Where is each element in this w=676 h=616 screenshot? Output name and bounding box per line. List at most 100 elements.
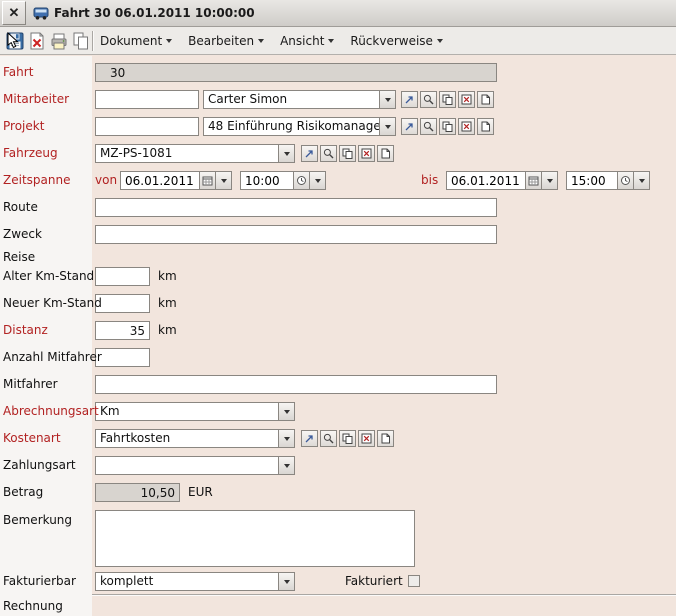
route-input[interactable] xyxy=(95,198,497,217)
menu-rueckverweise[interactable]: Rückverweise xyxy=(350,34,443,48)
projekt-record-actions xyxy=(401,118,494,135)
menu-ansicht[interactable]: Ansicht xyxy=(280,34,334,48)
betrag-field xyxy=(95,483,180,502)
bemerkung-textarea[interactable] xyxy=(95,510,415,567)
copy-button[interactable] xyxy=(70,30,92,52)
mitarbeiter-record-actions xyxy=(401,91,494,108)
open-record-button[interactable] xyxy=(301,145,318,162)
menu-bearbeiten-label: Bearbeiten xyxy=(188,34,254,48)
menu-dokument[interactable]: Dokument xyxy=(100,34,172,48)
von-date-input[interactable] xyxy=(120,171,200,190)
new-document-icon xyxy=(480,121,491,132)
betrag-label: Betrag xyxy=(3,485,43,499)
chevron-down-icon xyxy=(284,464,290,468)
kostenart-record-actions xyxy=(301,430,394,447)
bis-time-picker-button[interactable] xyxy=(618,171,634,190)
magnifier-icon xyxy=(323,148,334,159)
abrechnungsart-dropdown-button[interactable] xyxy=(278,403,294,420)
alter-km-input[interactable] xyxy=(95,267,150,286)
fahrzeug-combobox[interactable]: MZ-PS-1081 xyxy=(95,144,295,163)
zweck-input[interactable] xyxy=(95,225,497,244)
von-time-picker-button[interactable] xyxy=(294,171,310,190)
menu-bearbeiten[interactable]: Bearbeiten xyxy=(188,34,264,48)
copy-pages-icon xyxy=(442,94,453,105)
anzahl-mitfahrer-input[interactable] xyxy=(95,348,150,367)
fakturierbar-combobox[interactable]: komplett xyxy=(95,572,295,591)
fakturiert-checkbox[interactable] xyxy=(408,575,420,587)
projekt-combobox[interactable]: 48 Einführung Risikomanageme xyxy=(203,117,396,136)
search-button[interactable] xyxy=(320,145,337,162)
new-document-icon xyxy=(380,148,391,159)
projekt-dropdown-button[interactable] xyxy=(379,118,395,135)
clear-button[interactable] xyxy=(358,430,375,447)
open-record-button[interactable] xyxy=(401,118,418,135)
mitarbeiter-search-input[interactable] xyxy=(95,90,199,109)
neuer-km-input[interactable] xyxy=(95,294,150,313)
bis-date-dropdown-button[interactable] xyxy=(542,171,558,190)
bis-time-input[interactable] xyxy=(566,171,618,190)
search-button[interactable] xyxy=(320,430,337,447)
distanz-input[interactable] xyxy=(95,321,150,340)
fahrt-label: Fahrt xyxy=(3,65,33,79)
mitfahrer-input[interactable] xyxy=(95,375,497,394)
rechnung-section-label: Rechnung xyxy=(3,599,63,613)
alter-km-label: Alter Km-Stand xyxy=(3,269,94,283)
mitarbeiter-value: Carter Simon xyxy=(204,91,379,108)
von-time-dropdown-button[interactable] xyxy=(310,171,326,190)
chevron-down-icon xyxy=(385,125,391,129)
abrechnungsart-combobox[interactable]: Km xyxy=(95,402,295,421)
chevron-down-icon xyxy=(258,39,264,43)
search-button[interactable] xyxy=(420,91,437,108)
von-date-picker-button[interactable] xyxy=(200,171,216,190)
new-document-icon xyxy=(480,94,491,105)
bis-date-picker-button[interactable] xyxy=(526,171,542,190)
open-record-button[interactable] xyxy=(401,91,418,108)
new-record-button[interactable] xyxy=(477,118,494,135)
kostenart-dropdown-button[interactable] xyxy=(278,430,294,447)
fakturiert-label: Fakturiert xyxy=(345,574,403,588)
von-date-dropdown-button[interactable] xyxy=(216,171,232,190)
bis-time-dropdown-button[interactable] xyxy=(634,171,650,190)
fakturierbar-dropdown-button[interactable] xyxy=(278,573,294,590)
duplicate-button[interactable] xyxy=(439,91,456,108)
projekt-search-input[interactable] xyxy=(95,117,199,136)
mitarbeiter-dropdown-button[interactable] xyxy=(379,91,395,108)
von-time-input[interactable] xyxy=(240,171,294,190)
new-record-button[interactable] xyxy=(377,145,394,162)
clear-button[interactable] xyxy=(458,118,475,135)
kostenart-combobox[interactable]: Fahrtkosten xyxy=(95,429,295,448)
kostenart-value: Fahrtkosten xyxy=(96,430,278,447)
close-window-button[interactable]: ✕ xyxy=(2,1,26,25)
clear-button[interactable] xyxy=(458,91,475,108)
zahlungsart-combobox[interactable] xyxy=(95,456,295,475)
clear-button[interactable] xyxy=(358,145,375,162)
clear-x-icon xyxy=(361,433,372,444)
calendar-icon xyxy=(202,175,213,186)
abrechnungsart-label: Abrechnungsart xyxy=(3,404,99,418)
window-title: Fahrt 30 06.01.2011 10:00:00 xyxy=(54,0,255,27)
toolbar-separator xyxy=(92,31,94,51)
jump-arrow-icon xyxy=(304,148,315,159)
search-button[interactable] xyxy=(420,118,437,135)
duplicate-button[interactable] xyxy=(339,145,356,162)
fahrzeug-dropdown-button[interactable] xyxy=(278,145,294,162)
new-document-icon xyxy=(380,433,391,444)
duplicate-button[interactable] xyxy=(439,118,456,135)
print-button[interactable] xyxy=(48,30,70,52)
new-record-button[interactable] xyxy=(477,91,494,108)
chevron-down-icon xyxy=(385,98,391,102)
copy-pages-icon xyxy=(342,433,353,444)
mitarbeiter-combobox[interactable]: Carter Simon xyxy=(203,90,396,109)
distanz-unit: km xyxy=(158,323,177,337)
chevron-down-icon xyxy=(284,580,290,584)
duplicate-button[interactable] xyxy=(339,430,356,447)
vehicle-icon xyxy=(33,5,49,21)
new-record-button[interactable] xyxy=(377,430,394,447)
anzahl-mitfahrer-label: Anzahl Mitfahrer xyxy=(3,350,102,364)
bis-date-input[interactable] xyxy=(446,171,526,190)
save-button[interactable] xyxy=(4,30,26,52)
zahlungsart-dropdown-button[interactable] xyxy=(278,457,294,474)
delete-button[interactable] xyxy=(26,30,48,52)
open-record-button[interactable] xyxy=(301,430,318,447)
chevron-down-icon xyxy=(328,39,334,43)
